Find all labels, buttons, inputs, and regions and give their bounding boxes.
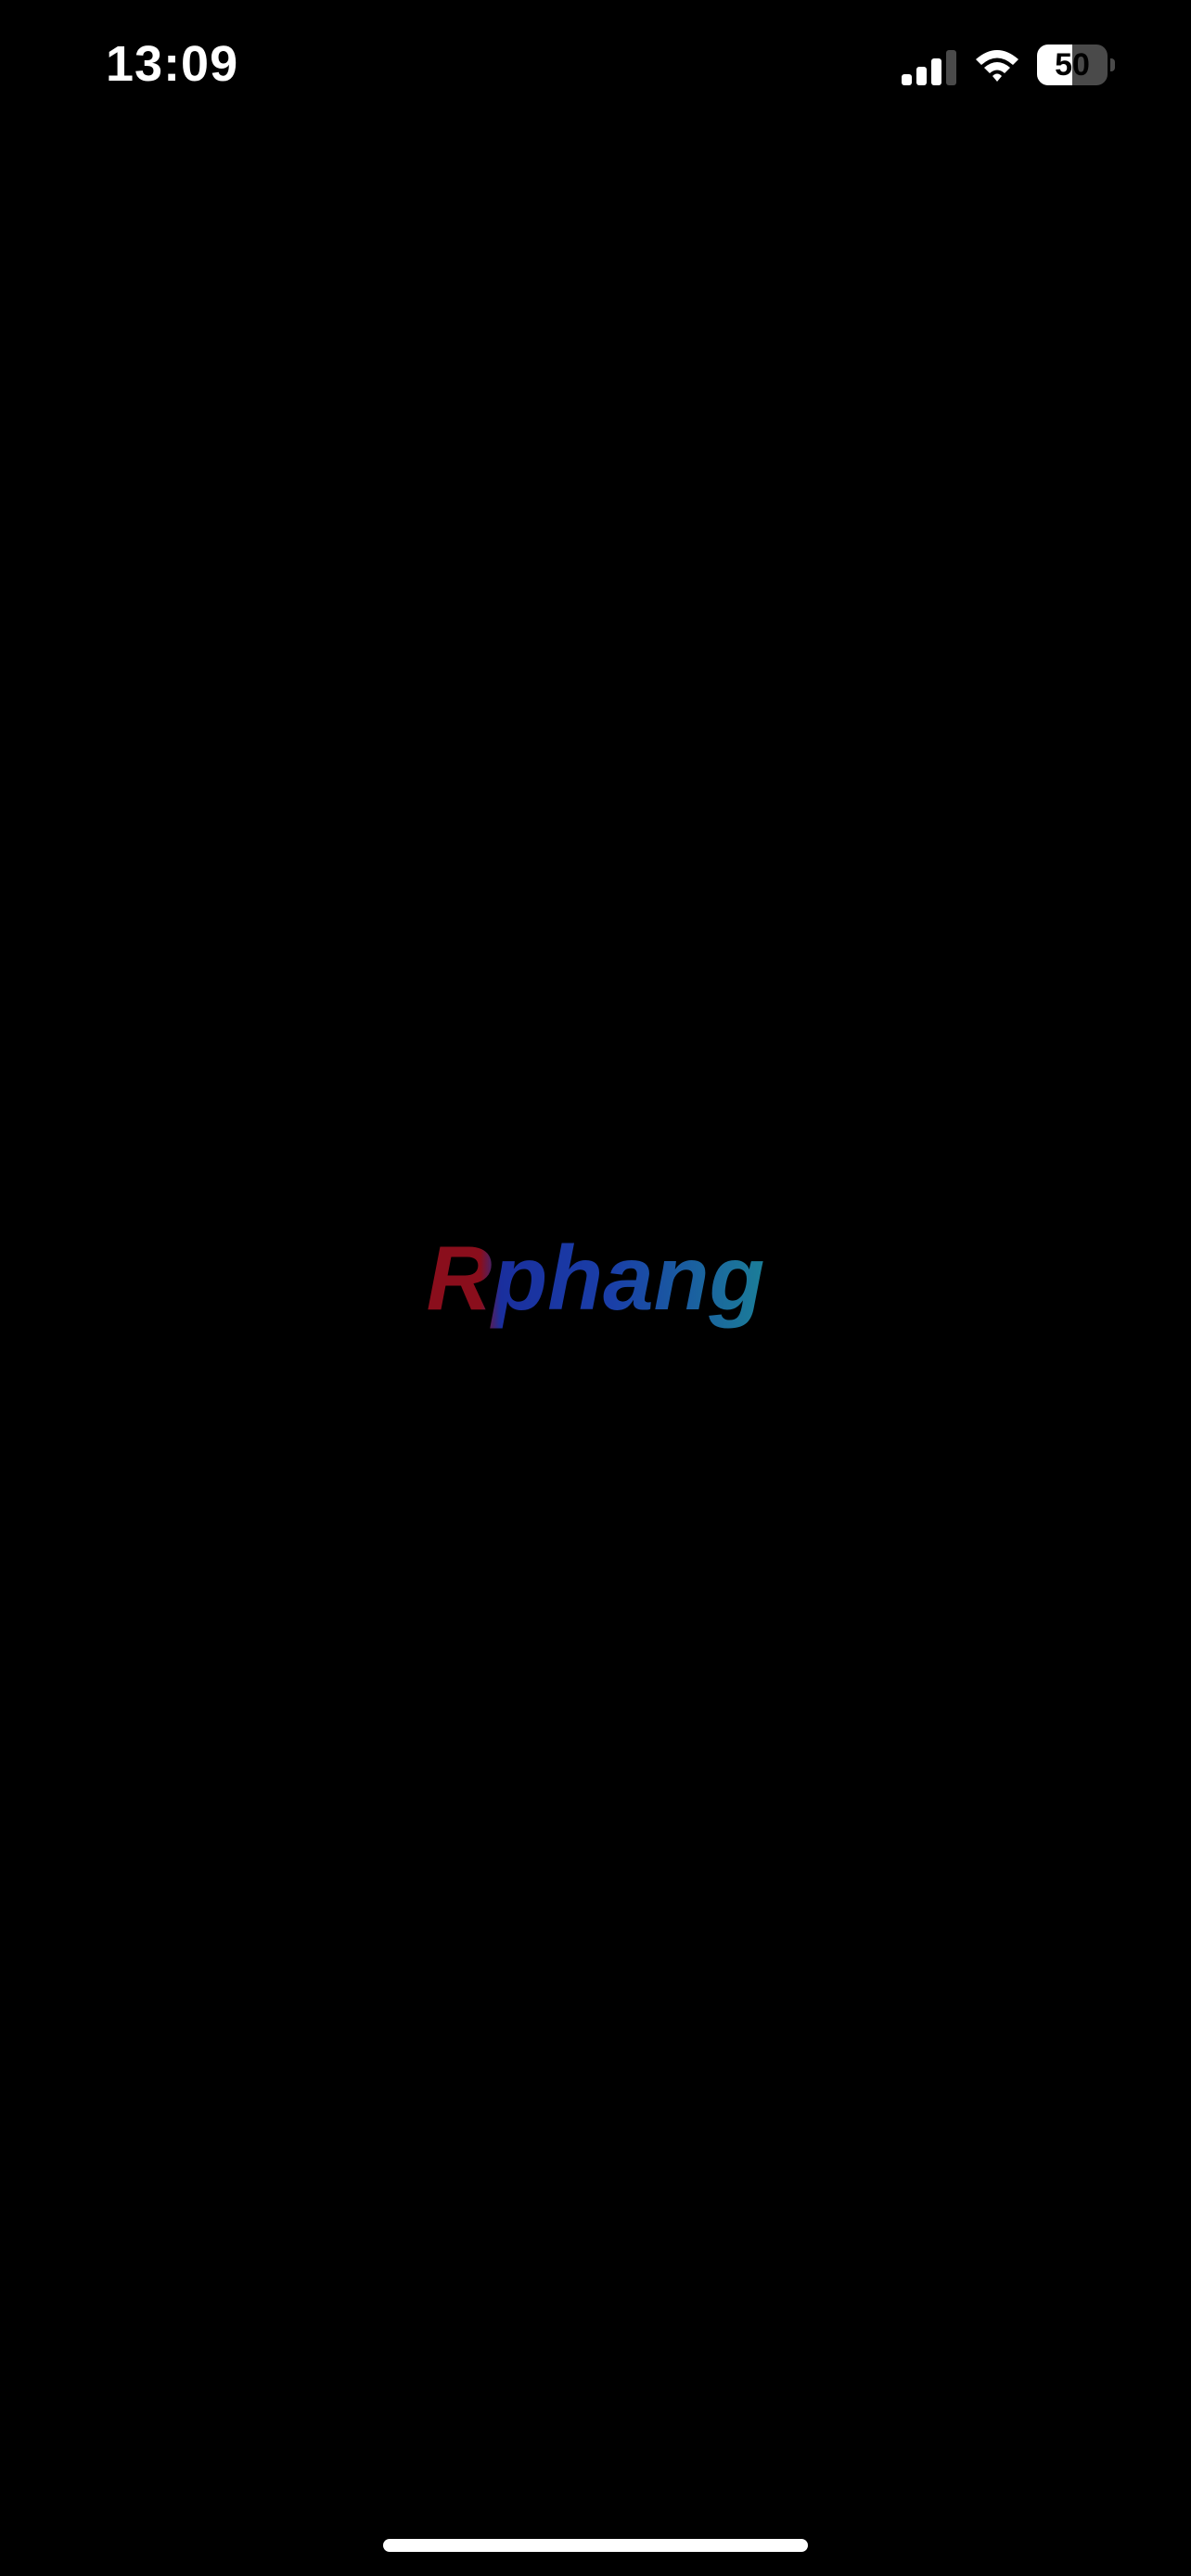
signal-bar-4 — [946, 50, 956, 85]
battery-body: 50 — [1037, 45, 1108, 85]
battery-level: 50 — [1055, 47, 1090, 83]
status-time: 13:09 — [106, 36, 239, 92]
signal-bar-3 — [931, 58, 941, 85]
status-bar: 13:09 50 — [0, 0, 1191, 139]
battery-cap — [1110, 58, 1115, 71]
signal-icon — [902, 50, 956, 85]
logo-text: Rphang — [427, 1233, 765, 1329]
logo-svg: Rphang — [427, 1227, 765, 1329]
signal-bar-1 — [902, 74, 912, 85]
signal-bar-2 — [916, 67, 927, 85]
app-logo: Rphang — [410, 1227, 781, 1335]
battery-icon: 50 — [1037, 45, 1115, 85]
wifi-icon — [976, 50, 1018, 82]
home-indicator[interactable] — [383, 2539, 808, 2552]
